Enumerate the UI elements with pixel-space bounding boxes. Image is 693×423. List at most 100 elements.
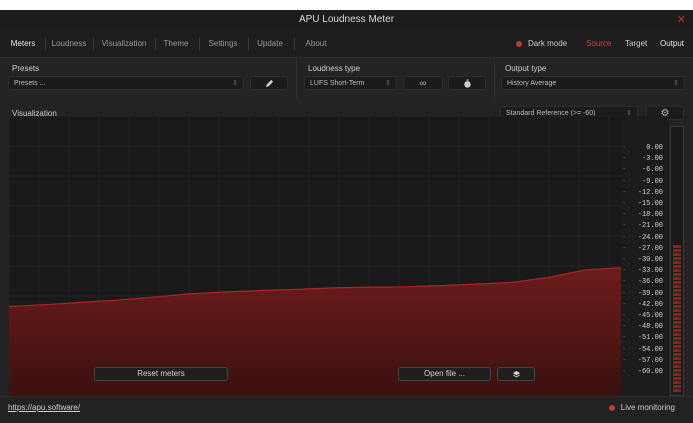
section-divider: [296, 60, 297, 98]
app-window: APU Loudness Meter ✕ Meters Loudness Vis…: [0, 10, 693, 423]
edit-preset-button[interactable]: [250, 76, 288, 90]
history-point: [548, 276, 550, 279]
loudness-type-select[interactable]: LUFS Short-Term ⇕: [304, 76, 397, 90]
scale-tick-mark: -: [623, 166, 626, 174]
scale-tick-mark: -: [623, 267, 626, 275]
live-monitoring-indicator[interactable]: Live monitoring: [608, 403, 675, 412]
scale-tick-mark: -: [623, 356, 626, 364]
tab-settings[interactable]: Settings: [202, 30, 244, 57]
dark-mode-toggle[interactable]: Dark mode: [516, 30, 567, 57]
scale-tick-label: -48.00: [637, 323, 663, 332]
history-point: [224, 291, 226, 293]
tab-divider: [93, 38, 94, 50]
history-point: [584, 269, 586, 271]
history-chart: [9, 116, 621, 396]
scale-tick-mark: -: [623, 211, 626, 219]
scale-tick-label: -9.00: [641, 177, 663, 186]
tab-about[interactable]: About: [297, 30, 335, 57]
scale-tick-label: -24.00: [637, 233, 663, 242]
scale-tick-label: -27.00: [637, 244, 663, 253]
history-point: [476, 283, 478, 285]
scale-tick-label: -60.00: [637, 368, 663, 376]
close-icon[interactable]: ✕: [677, 10, 686, 30]
scale-tick-label: -57.00: [637, 356, 663, 365]
target-toggle[interactable]: Target: [625, 30, 647, 57]
scale-tick-label: -21.00: [637, 222, 663, 231]
history-point: [368, 286, 370, 288]
history-point: [296, 288, 298, 290]
history-point: [116, 299, 118, 301]
scale-tick-label: -39.00: [637, 289, 663, 298]
live-monitoring-label: Live monitoring: [620, 403, 675, 412]
scale-tick-label: -51.00: [637, 334, 663, 343]
level-meter-track: [673, 129, 681, 393]
source-toggle[interactable]: Source: [586, 30, 611, 57]
select-arrows-icon: ⇕: [385, 80, 391, 87]
output-type-label: Output type: [505, 64, 547, 73]
loudness-type-value: LUFS Short-Term: [310, 80, 365, 87]
tab-visualization[interactable]: Visualization: [96, 30, 152, 57]
history-point: [332, 287, 334, 289]
level-meter: [670, 126, 684, 396]
scale-tick-label: -18.00: [637, 211, 663, 220]
history-point: [260, 289, 262, 292]
scale-tick-mark: -: [623, 177, 626, 185]
scale-tick-mark: -: [623, 188, 626, 196]
history-point: [80, 301, 82, 304]
layers-icon: [512, 370, 520, 378]
timer-button[interactable]: [448, 76, 486, 90]
scale-tick-label: -3.00: [641, 155, 663, 164]
scale-tick-mark: -: [623, 155, 626, 163]
scale-tick-mark: -: [623, 233, 626, 241]
scale-tick-mark: -: [623, 289, 626, 297]
tab-theme[interactable]: Theme: [158, 30, 194, 57]
window-title: APU Loudness Meter: [298, 14, 395, 25]
history-point: [404, 286, 406, 288]
pencil-icon: [265, 79, 273, 87]
select-arrows-icon: ⇕: [673, 80, 679, 87]
scale-tick-label: -15.00: [637, 200, 663, 208]
scale-tick-mark: -: [623, 244, 626, 252]
output-type-select[interactable]: History Average ⇕: [501, 76, 685, 90]
output-toggle[interactable]: Output: [660, 30, 684, 57]
scale-tick-mark: -: [623, 144, 626, 151]
stopwatch-icon: [463, 78, 471, 88]
scale-tick-mark: -: [623, 278, 626, 286]
scale-tick-mark: -: [623, 345, 626, 353]
reset-meters-button[interactable]: Reset meters: [94, 367, 228, 381]
scale-tick-label: -30.00: [637, 256, 663, 264]
loudness-history-plot: [9, 116, 621, 396]
tab-loudness[interactable]: Loudness: [48, 30, 90, 57]
live-dot-icon: [608, 404, 615, 411]
scale-tick-mark: -: [623, 256, 626, 263]
presets-select[interactable]: Presets ... ⇕: [8, 76, 244, 90]
history-point: [44, 304, 46, 306]
tab-meters[interactable]: Meters: [4, 30, 42, 57]
layers-button[interactable]: [497, 367, 535, 381]
website-link[interactable]: https://apu.software/: [8, 403, 80, 412]
dark-mode-dot-icon: [516, 40, 522, 47]
history-point: [440, 285, 442, 287]
infinity-icon: ∞: [419, 78, 427, 88]
open-file-button[interactable]: Open file ...: [398, 367, 491, 381]
scale-tick-mark: -: [623, 312, 626, 319]
scale-tick-label: -45.00: [637, 312, 663, 320]
scale-tick-mark: -: [623, 200, 626, 207]
history-point: [188, 293, 190, 295]
scale-tick-mark: -: [623, 323, 626, 331]
presets-label: Presets: [12, 64, 40, 73]
section-divider: [494, 60, 495, 98]
infinity-button[interactable]: ∞: [403, 76, 443, 90]
scale-tick-label: -42.00: [637, 300, 663, 309]
scale-tick-label: -12.00: [637, 188, 663, 197]
scale-tick-mark: -: [623, 300, 626, 308]
scale-tick-mark: -: [623, 368, 626, 375]
tab-divider: [199, 38, 200, 50]
status-bar: https://apu.software/ Live monitoring: [0, 396, 693, 423]
scale-tick-label: -36.00: [637, 278, 663, 287]
output-type-value: History Average: [507, 80, 557, 87]
level-meter-segments: [673, 129, 681, 393]
scale-tick-label: -54.00: [637, 345, 663, 354]
tab-update[interactable]: Update: [251, 30, 289, 57]
tab-divider: [248, 38, 249, 50]
